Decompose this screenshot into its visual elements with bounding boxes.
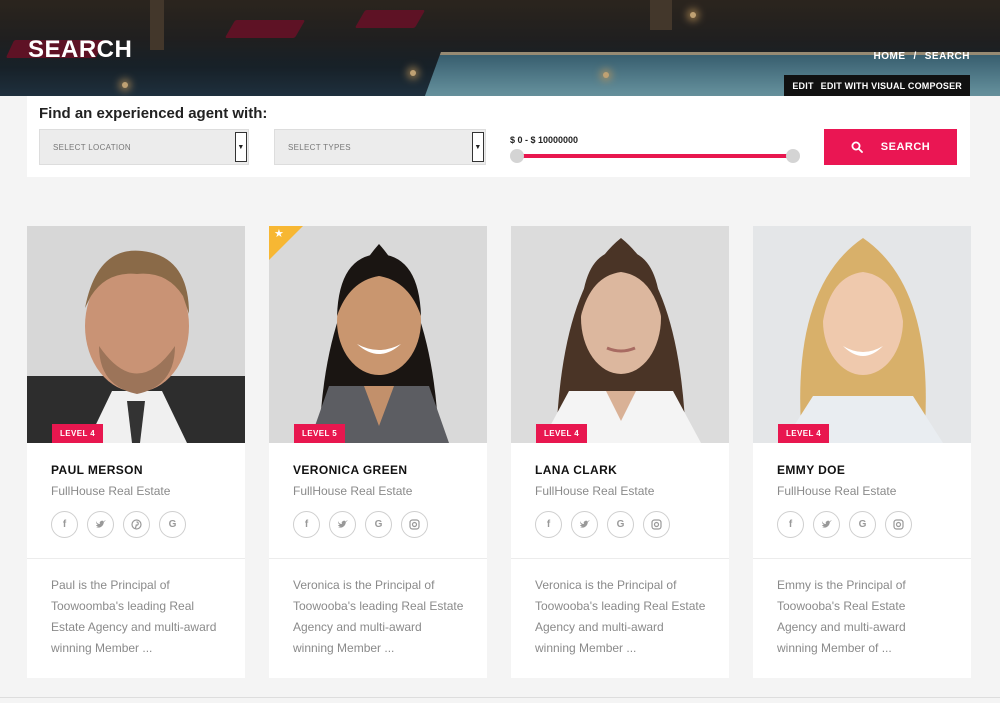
level-badge: LEVEL 4 <box>778 424 830 443</box>
price-range-slider[interactable] <box>517 154 793 158</box>
bio-line: Toowooba's Real Estate <box>777 599 906 613</box>
footer-divider <box>0 697 1000 698</box>
agent-bio: Paul is the Principal of Toowoomba's lea… <box>51 575 231 659</box>
card-divider <box>269 558 487 559</box>
bio-line: Veronica is the Principal of <box>293 578 435 592</box>
bio-line: Agency and multi-award <box>293 620 422 634</box>
level-badge: LEVEL 4 <box>536 424 588 443</box>
agent-card[interactable]: LEVEL 4 PAUL MERSON FullHouse Real Estat… <box>27 226 245 678</box>
bio-line: Toowoomba's leading Real <box>51 599 195 613</box>
breadcrumb: HOME / SEARCH <box>873 51 970 62</box>
twitter-icon[interactable] <box>329 511 356 538</box>
bio-line: winning Member ... <box>535 641 637 655</box>
agent-agency: FullHouse Real Estate <box>777 484 897 498</box>
star-icon: ★ <box>274 228 284 240</box>
search-button-label: SEARCH <box>880 141 931 153</box>
facebook-icon[interactable]: f <box>51 511 78 538</box>
search-heading: Find an experienced agent with: <box>39 105 268 122</box>
google-icon[interactable]: G <box>365 511 392 538</box>
edit-link[interactable]: EDIT <box>792 81 813 91</box>
types-select-placeholder: SELECT TYPES <box>288 142 351 152</box>
agent-photo[interactable] <box>753 226 971 443</box>
agent-name[interactable]: LANA CLARK <box>535 463 617 477</box>
card-divider <box>511 558 729 559</box>
chevron-down-icon[interactable]: ▼ <box>472 132 484 162</box>
instagram-icon[interactable] <box>643 511 670 538</box>
agent-card[interactable]: LEVEL 4 LANA CLARK FullHouse Real Estate… <box>511 226 729 678</box>
slider-min-handle[interactable] <box>510 149 524 163</box>
edit-bar: EDIT EDIT WITH VISUAL COMPOSER <box>784 75 970 96</box>
slider-max-handle[interactable] <box>786 149 800 163</box>
twitter-icon[interactable] <box>813 511 840 538</box>
level-badge: LEVEL 4 <box>52 424 104 443</box>
bio-line: Paul is the Principal of <box>51 578 170 592</box>
page-title: SEARCH <box>28 36 133 63</box>
bio-line: winning Member ... <box>51 641 153 655</box>
social-links: f G <box>777 511 912 538</box>
agent-name[interactable]: VERONICA GREEN <box>293 463 408 477</box>
google-icon[interactable]: G <box>849 511 876 538</box>
level-badge: LEVEL 5 <box>294 424 346 443</box>
bio-line: Toowooba's leading Real Estate <box>535 599 706 613</box>
breadcrumb-home-link[interactable]: HOME <box>873 51 905 62</box>
agent-photo[interactable] <box>511 226 729 443</box>
breadcrumb-current: SEARCH <box>924 51 970 62</box>
facebook-icon[interactable]: f <box>535 511 562 538</box>
agent-card[interactable]: ★ LEVEL 5 VERONICA GREEN FullHouse Real … <box>269 226 487 678</box>
agent-photo[interactable] <box>27 226 245 443</box>
card-divider <box>27 558 245 559</box>
search-icon <box>851 141 863 153</box>
pinterest-icon[interactable] <box>123 511 150 538</box>
agent-name[interactable]: EMMY DOE <box>777 463 845 477</box>
facebook-icon[interactable]: f <box>777 511 804 538</box>
bio-line: Agency and multi-award <box>535 620 664 634</box>
agent-bio: Veronica is the Principal of Toowooba's … <box>293 575 473 659</box>
social-links: f G <box>51 511 186 538</box>
breadcrumb-separator: / <box>913 51 917 62</box>
bio-line: Toowooba's leading Real Estate <box>293 599 464 613</box>
social-links: f G <box>293 511 428 538</box>
bio-line: Agency and multi-award <box>777 620 906 634</box>
location-select-placeholder: SELECT LOCATION <box>53 142 131 152</box>
instagram-icon[interactable] <box>401 511 428 538</box>
twitter-icon[interactable] <box>87 511 114 538</box>
agent-agency: FullHouse Real Estate <box>51 484 171 498</box>
google-icon[interactable]: G <box>159 511 186 538</box>
facebook-icon[interactable]: f <box>293 511 320 538</box>
search-panel: Find an experienced agent with: SELECT L… <box>27 96 970 177</box>
bio-line: Veronica is the Principal of <box>535 578 677 592</box>
agent-bio: Veronica is the Principal of Toowooba's … <box>535 575 715 659</box>
search-button[interactable]: SEARCH <box>824 129 957 165</box>
twitter-icon[interactable] <box>571 511 598 538</box>
location-select[interactable]: SELECT LOCATION ▼ <box>39 129 249 165</box>
social-links: f G <box>535 511 670 538</box>
chevron-down-icon[interactable]: ▼ <box>235 132 247 162</box>
card-divider <box>753 558 971 559</box>
bio-line: Emmy is the Principal of <box>777 578 906 592</box>
bio-line: winning Member of ... <box>777 641 892 655</box>
instagram-icon[interactable] <box>885 511 912 538</box>
agent-bio: Emmy is the Principal of Toowooba's Real… <box>777 575 957 659</box>
google-icon[interactable]: G <box>607 511 634 538</box>
agent-agency: FullHouse Real Estate <box>535 484 655 498</box>
price-range-label: $ 0 - $ 10000000 <box>510 135 579 145</box>
agent-name[interactable]: PAUL MERSON <box>51 463 143 477</box>
agent-card[interactable]: LEVEL 4 EMMY DOE FullHouse Real Estate f… <box>753 226 971 678</box>
types-select[interactable]: SELECT TYPES ▼ <box>274 129 486 165</box>
bio-line: winning Member ... <box>293 641 395 655</box>
bio-line: Estate Agency and multi-award <box>51 620 217 634</box>
agent-agency: FullHouse Real Estate <box>293 484 413 498</box>
edit-visual-composer-link[interactable]: EDIT WITH VISUAL COMPOSER <box>821 81 962 91</box>
